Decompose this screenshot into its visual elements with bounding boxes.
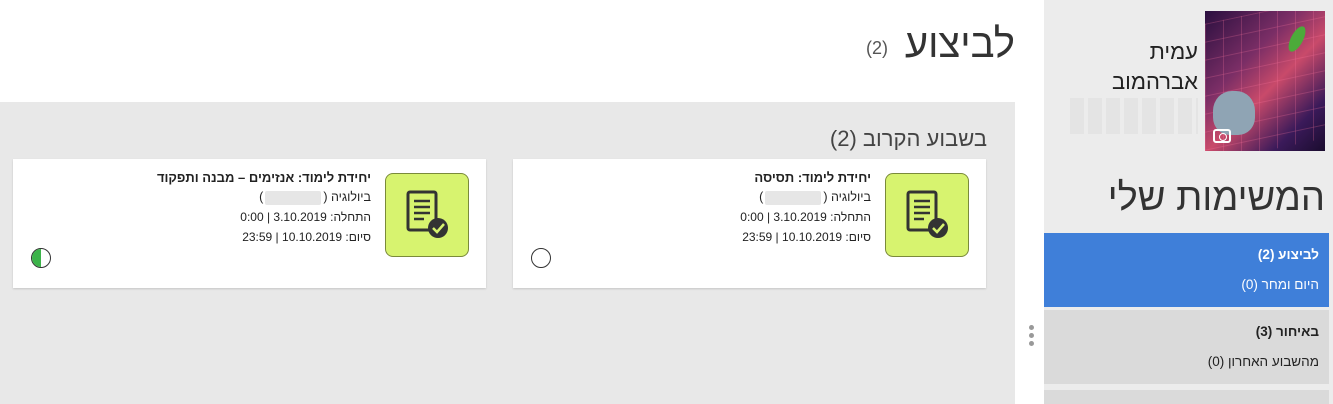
sidebar: עמית אברהמוב המשימות שלי לביצוע (2) היום… [1044, 0, 1333, 404]
app-root: לביצוע (2) בשבוע הקרוב (2) יחידת לימוד: … [0, 0, 1333, 404]
task-end: סיום: 10.10.2019 | 23:59 [742, 230, 871, 244]
sidebar-item-title: באיחור (3) [1255, 324, 1319, 339]
sidebar-item-more[interactable] [1044, 390, 1329, 404]
sidebar-item-subtitle[interactable]: היום ומחר (0) [1241, 277, 1319, 292]
task-document-check-icon [385, 173, 469, 257]
sidebar-item-todo[interactable]: לביצוע (2) היום ומחר (0) [1044, 233, 1329, 307]
task-card[interactable]: יחידת לימוד: תסיסה ביולוגיה () התחלה: 3.… [513, 159, 986, 288]
camera-icon[interactable] [1213, 129, 1231, 143]
redacted-class-name [265, 190, 322, 205]
task-status-not-started-icon [531, 248, 551, 268]
task-title: יחידת לימוד: אנזימים – מבנה ותפקוד [156, 170, 371, 185]
sidebar-item-late[interactable]: באיחור (3) מהשבוע האחרון (0) [1044, 310, 1329, 384]
sidebar-item-subtitle[interactable]: מהשבוע האחרון (0) [1208, 354, 1319, 369]
task-document-check-icon [885, 173, 969, 257]
sidebar-item-title: לביצוע (2) [1257, 247, 1319, 262]
avatar[interactable] [1205, 11, 1325, 151]
task-card-details: יחידת לימוד: תסיסה ביולוגיה () התחלה: 3.… [740, 169, 871, 247]
page-title-count: (2) [866, 38, 888, 58]
task-start: התחלה: 3.10.2019 | 0:00 [240, 210, 371, 224]
user-name: עמית אברהמוב [1078, 37, 1198, 97]
task-end: סיום: 10.10.2019 | 23:59 [242, 230, 371, 244]
task-subject: ביולוגיה () [759, 190, 871, 205]
tasks-heading: המשימות שלי [1107, 177, 1325, 219]
panel-resize-handle-icon[interactable] [1029, 325, 1035, 351]
tasks-panel: בשבוע הקרוב (2) יחידת לימוד: תסיסה ביולו… [0, 102, 1015, 404]
redacted-class-name [765, 190, 822, 205]
task-subject: ביולוגיה () [259, 190, 371, 205]
task-card[interactable]: יחידת לימוד: אנזימים – מבנה ותפקוד ביולו… [13, 159, 486, 288]
redacted-user-info [1070, 98, 1198, 134]
task-title: יחידת לימוד: תסיסה [754, 170, 871, 185]
user-first-name: עמית [1149, 39, 1198, 64]
week-section-title: בשבוע הקרוב (2) [829, 126, 987, 151]
task-start: התחלה: 3.10.2019 | 0:00 [740, 210, 871, 224]
user-last-name: אברהמוב [1111, 69, 1198, 94]
task-card-details: יחידת לימוד: אנזימים – מבנה ותפקוד ביולו… [157, 169, 371, 247]
page-title: לביצוע [904, 22, 1015, 66]
task-status-in-progress-icon [31, 248, 51, 268]
